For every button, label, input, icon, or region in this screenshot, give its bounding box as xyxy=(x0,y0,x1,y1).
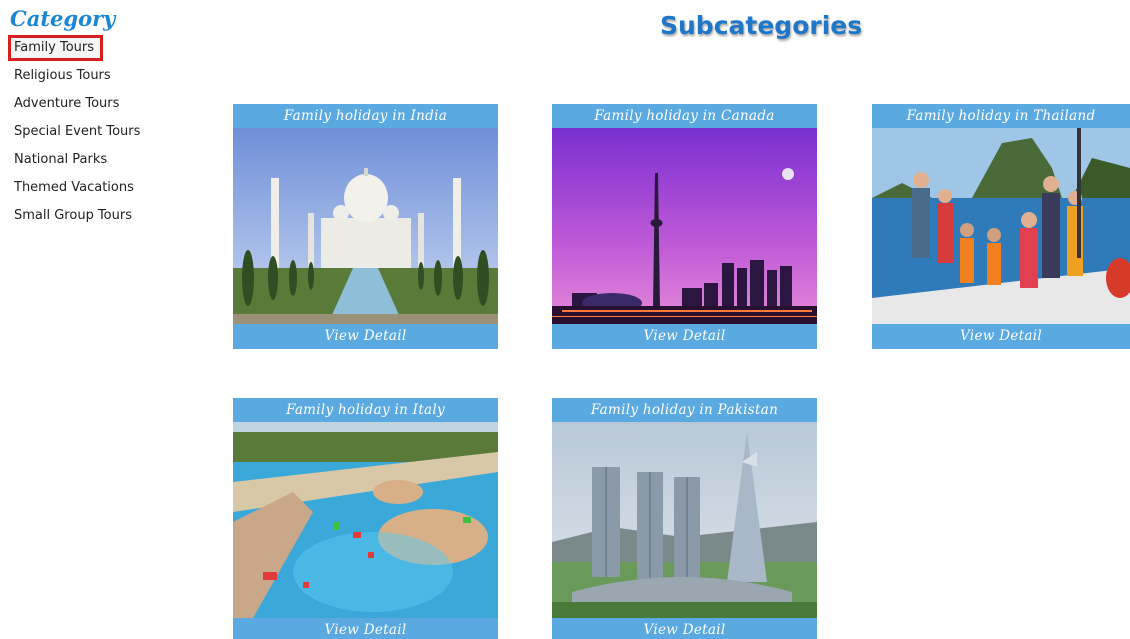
subcategory-card-india[interactable]: Family holiday in India View Detail xyxy=(233,104,498,349)
sidebar-item-national-parks[interactable]: National Parks xyxy=(8,146,188,174)
toronto-skyline-image[interactable] xyxy=(552,128,817,324)
view-detail-link[interactable]: View Detail xyxy=(233,618,498,639)
sidebar-item-special-event-tours[interactable]: Special Event Tours xyxy=(8,118,188,146)
card-title[interactable]: Family holiday in Thailand xyxy=(872,104,1130,128)
sidebar-title: Category xyxy=(10,6,116,31)
sidebar-item-themed-vacations[interactable]: Themed Vacations xyxy=(8,174,188,202)
sidebar-item-label: Small Group Tours xyxy=(14,208,132,223)
sidebar-item-label: Special Event Tours xyxy=(14,124,141,139)
card-title[interactable]: Family holiday in Canada xyxy=(552,104,817,128)
view-detail-link[interactable]: View Detail xyxy=(552,324,817,348)
subcategory-card-italy[interactable]: Family holiday in Italy View Detail xyxy=(233,398,498,639)
card-title[interactable]: Family holiday in India xyxy=(233,104,498,128)
view-detail-link[interactable]: View Detail xyxy=(552,618,817,639)
sidebar-item-label: Adventure Tours xyxy=(14,96,120,111)
view-detail-link[interactable]: View Detail xyxy=(233,324,498,348)
category-sidebar: Category Family Tours Religious Tours Ad… xyxy=(8,6,188,230)
sidebar-item-label: Religious Tours xyxy=(14,68,111,83)
taj-mahal-image[interactable] xyxy=(233,128,498,324)
towers-image[interactable] xyxy=(552,422,817,618)
sidebar-item-family-tours[interactable]: Family Tours xyxy=(8,34,188,62)
subcategory-card-canada[interactable]: Family holiday in Canada View Detail xyxy=(552,104,817,349)
card-title[interactable]: Family holiday in Italy xyxy=(233,398,498,422)
card-title[interactable]: Family holiday in Pakistan xyxy=(552,398,817,422)
page-title: Subcategories xyxy=(660,11,863,40)
sidebar-item-label: National Parks xyxy=(14,152,108,167)
family-boat-image[interactable] xyxy=(872,128,1130,324)
subcategory-card-pakistan[interactable]: Family holiday in Pakistan View Detail xyxy=(552,398,817,639)
subcategory-card-thailand[interactable]: Family holiday in Thailand View Detail xyxy=(872,104,1130,349)
sidebar-item-label: Family Tours xyxy=(8,35,104,61)
sidebar-item-small-group-tours[interactable]: Small Group Tours xyxy=(8,202,188,230)
sidebar-item-religious-tours[interactable]: Religious Tours xyxy=(8,62,188,90)
view-detail-link[interactable]: View Detail xyxy=(872,324,1130,348)
sidebar-item-label: Themed Vacations xyxy=(14,180,134,195)
category-list: Family Tours Religious Tours Adventure T… xyxy=(8,34,188,230)
water-park-image[interactable] xyxy=(233,422,498,618)
sidebar-item-adventure-tours[interactable]: Adventure Tours xyxy=(8,90,188,118)
